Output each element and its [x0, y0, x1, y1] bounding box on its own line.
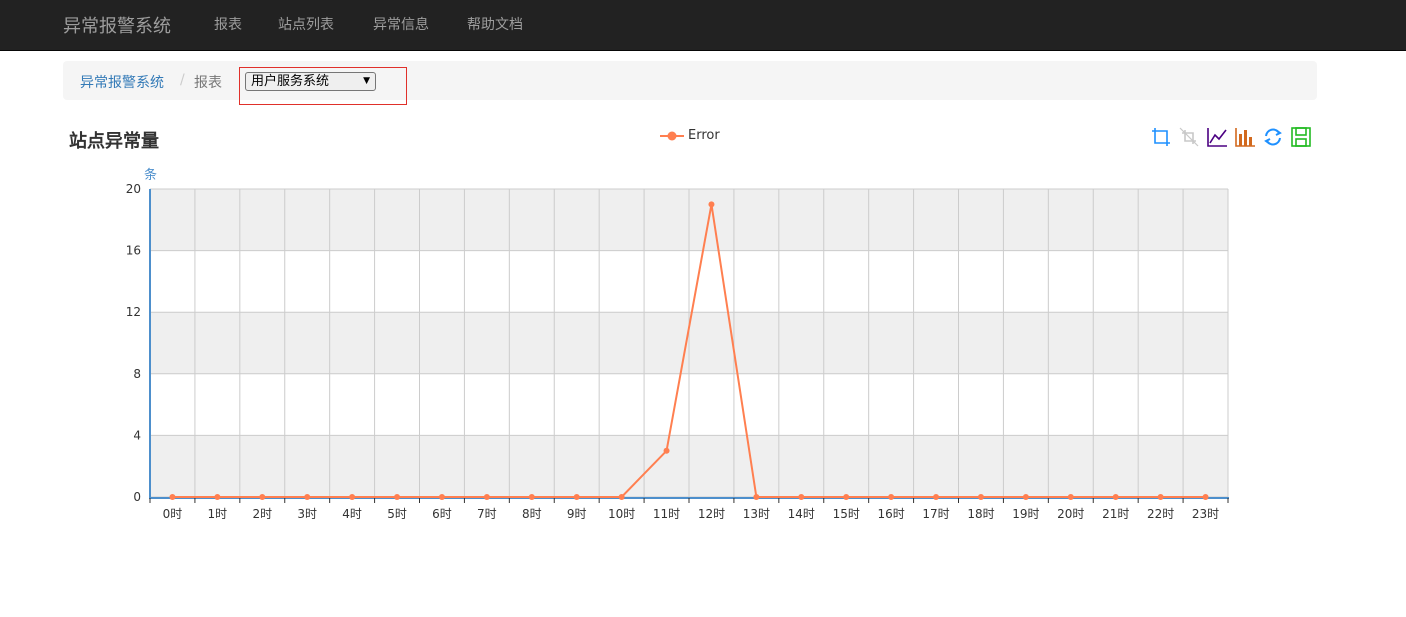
grid-bands	[150, 189, 1228, 497]
series-error	[169, 201, 1209, 500]
x-tick-label: 1时	[208, 507, 228, 521]
x-tick-label: 6时	[432, 507, 452, 521]
breadcrumb-home-link[interactable]: 异常报警系统	[80, 72, 164, 92]
bar-chart-icon[interactable]	[1234, 126, 1256, 148]
data-point	[483, 494, 490, 500]
y-axis-label: 条	[144, 167, 157, 183]
data-point	[573, 494, 580, 500]
data-point	[1067, 494, 1074, 500]
x-tick-label: 20时	[1057, 507, 1084, 521]
x-tick-label: 21时	[1102, 507, 1129, 521]
data-point	[663, 447, 670, 454]
x-tick-label: 13时	[743, 507, 770, 521]
y-tick-label: 4	[133, 428, 141, 442]
x-tick-label: 17时	[922, 507, 949, 521]
x-tick-label: 18时	[967, 507, 994, 521]
data-zoom-icon[interactable]	[1150, 126, 1172, 148]
data-point	[1157, 494, 1164, 500]
top-navbar: 异常报警系统 报表 站点列表 异常信息 帮助文档	[0, 0, 1406, 51]
x-tick-label: 9时	[567, 507, 587, 521]
y-tick-label: 8	[133, 367, 141, 381]
nav-item-exception-info[interactable]: 异常信息	[373, 14, 429, 34]
data-point	[1022, 494, 1029, 500]
grid-band	[150, 312, 1228, 374]
data-point	[214, 494, 221, 500]
data-point	[843, 494, 850, 500]
data-point	[304, 494, 311, 500]
x-tick-label: 22时	[1147, 507, 1174, 521]
chart-title: 站点异常量	[69, 131, 159, 152]
x-tick-label: 12时	[698, 507, 725, 521]
x-tick-label: 3时	[297, 507, 317, 521]
nav-item-site-list[interactable]: 站点列表	[278, 14, 334, 34]
y-tick-labels: 0 4 8 12 16 20	[126, 182, 141, 504]
data-point	[349, 494, 356, 500]
y-tick-label: 16	[126, 244, 141, 258]
y-tick-label: 12	[126, 305, 141, 319]
data-point	[169, 494, 176, 500]
x-tick-label: 2时	[252, 507, 272, 521]
data-point	[394, 494, 401, 500]
x-tick-label: 19时	[1012, 507, 1039, 521]
dropdown-arrow-icon: ▼	[363, 76, 370, 86]
data-point	[977, 494, 984, 500]
legend-line-marker-icon	[660, 131, 684, 141]
x-tick-labels: 0时 1时 2时 3时 4时 5时 6时 7时 8时 9时 10时 11时 12时 13时 14时 15时 16…	[163, 507, 1220, 521]
data-point	[753, 494, 760, 500]
grid-band	[150, 189, 1228, 251]
x-tick-label: 14时	[788, 507, 815, 521]
breadcrumb-current: 报表	[194, 75, 222, 91]
data-point	[1202, 494, 1209, 500]
data-point	[259, 494, 266, 500]
nav-item-help-docs[interactable]: 帮助文档	[467, 14, 523, 34]
nav-item-report[interactable]: 报表	[214, 14, 242, 34]
x-tick-label: 4时	[342, 507, 362, 521]
x-tick-label: 0时	[163, 507, 183, 521]
x-tick-label: 23时	[1192, 507, 1219, 521]
chart-toolbox	[1148, 126, 1318, 152]
x-tick-label: 7时	[477, 507, 497, 521]
site-select-value: 用户服务系统	[251, 74, 330, 89]
y-tick-label: 0	[133, 490, 141, 504]
x-tick-label: 11时	[653, 507, 680, 521]
x-tick-label: 16时	[877, 507, 904, 521]
series-line	[172, 204, 1206, 498]
x-tick-label: 5时	[387, 507, 407, 521]
line-chart-icon[interactable]	[1206, 126, 1228, 148]
save-image-icon[interactable]	[1290, 126, 1312, 148]
data-point	[618, 494, 625, 500]
site-select-highlight: 用户服务系统 ▼	[239, 67, 407, 105]
data-point	[708, 201, 715, 208]
data-point	[933, 494, 940, 500]
x-tick-label: 15时	[833, 507, 860, 521]
breadcrumb-separator: /	[180, 72, 185, 88]
site-select[interactable]: 用户服务系统 ▼	[245, 72, 376, 91]
axes	[149, 189, 1229, 503]
grid-band	[150, 435, 1228, 497]
data-point	[438, 494, 445, 500]
data-point	[888, 494, 895, 500]
restore-icon[interactable]	[1262, 126, 1284, 148]
legend-series-name: Error	[688, 128, 720, 143]
data-point	[528, 494, 535, 500]
x-tick-label: 10时	[608, 507, 635, 521]
x-tick-label: 8时	[522, 507, 542, 521]
grid-lines	[149, 188, 1229, 498]
y-tick-label: 20	[126, 182, 141, 196]
data-point	[1112, 494, 1119, 500]
data-point	[798, 494, 805, 500]
navbar-brand[interactable]: 异常报警系统	[63, 12, 171, 38]
zoom-reset-icon[interactable]	[1178, 126, 1200, 148]
